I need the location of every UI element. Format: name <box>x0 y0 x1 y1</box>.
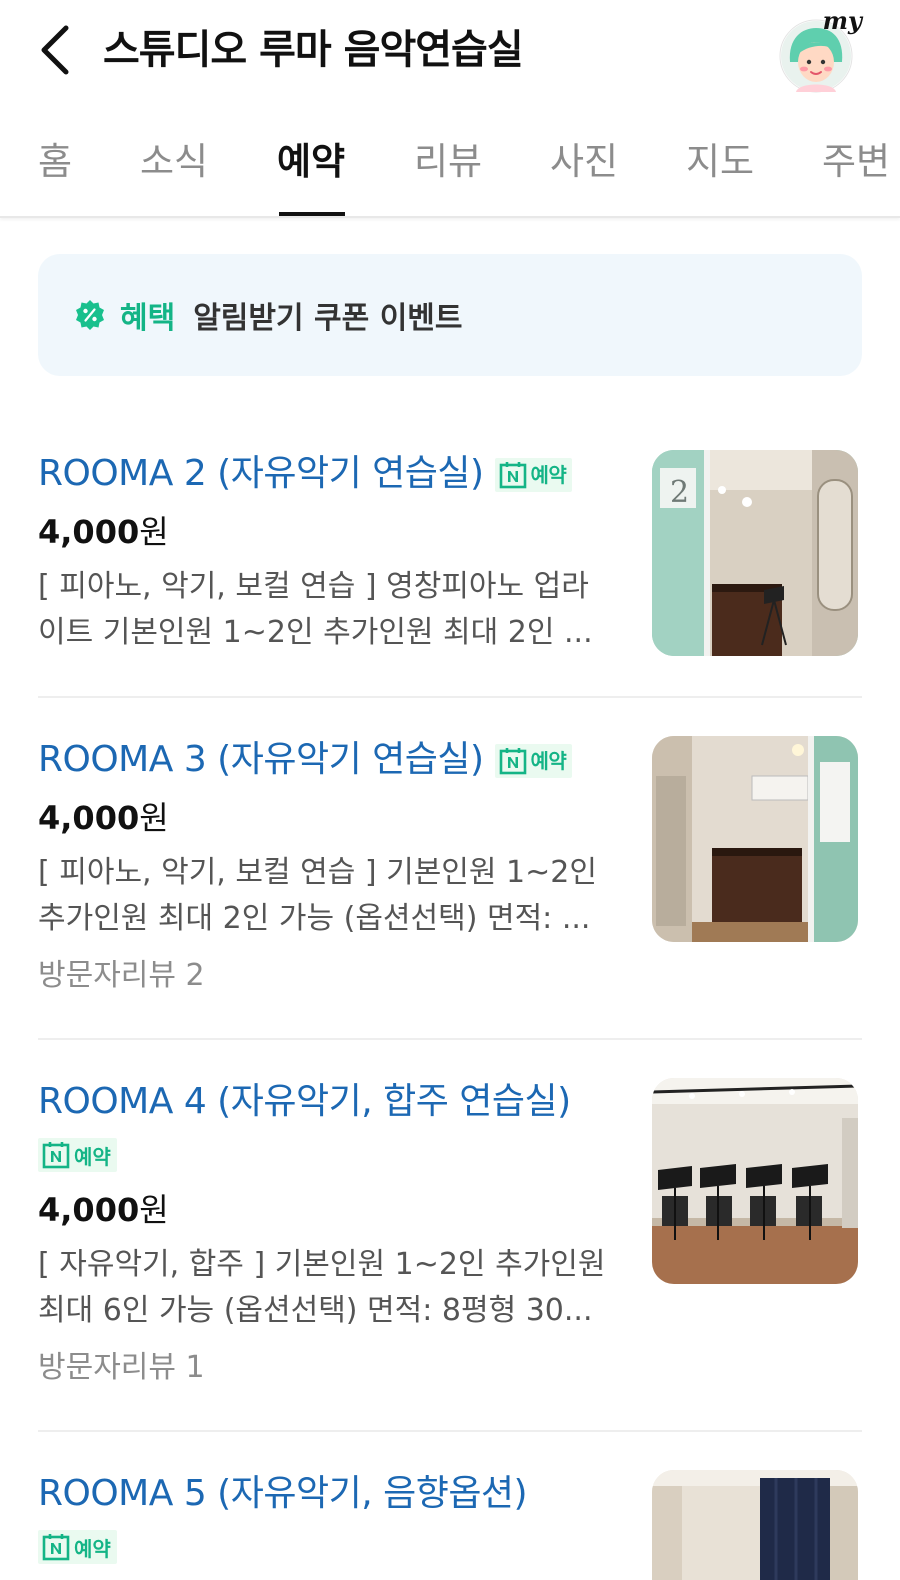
benefit-title: 혜택 <box>120 301 176 336</box>
tab-photos[interactable]: 사진 <box>550 138 618 186</box>
badge-row: 예약 <box>38 1138 117 1172</box>
tab-reviews[interactable]: 리뷰 <box>414 138 482 186</box>
badge-row: 예약 <box>38 1530 117 1564</box>
room-photo-ensemble-room[interactable] <box>652 1078 858 1284</box>
room-photo-image <box>652 1470 858 1580</box>
room-photo-practice-room-piano[interactable]: 2 <box>652 450 858 656</box>
benefit-text: 알림받기 쿠폰 이벤트 <box>193 301 463 336</box>
room-description: [ 피아노, 악기, 보컬 연습 ] 기본인원 1~2인 추가인원 최대 2인 … <box>38 850 606 942</box>
room-name-link[interactable]: ROOMA 2 (자유악기 연습실) 예약 <box>38 450 573 498</box>
naver-booking-badge: 예약 <box>494 458 573 492</box>
room-name: ROOMA 4 (자유악기, 합주 연습실) <box>38 1081 571 1122</box>
page-title: 스튜디오 루마 음악연습실 <box>103 27 524 73</box>
room-photo-image <box>652 1078 858 1284</box>
room-name: ROOMA 3 (자유악기 연습실) <box>38 739 484 780</box>
room-description: [ 피아노, 악기, 보컬 연습 ] 영창피아노 업라 이트 기본인원 1~2인… <box>38 564 606 656</box>
visitor-review-count[interactable]: 방문자리뷰 2 <box>38 956 205 996</box>
booking-badge-label: 예약 <box>74 1144 111 1169</box>
my-profile-button[interactable]: my <box>776 6 862 94</box>
naver-booking-badge: 예약 <box>38 1530 117 1564</box>
naver-calendar-icon <box>42 1142 70 1169</box>
price-unit: 원 <box>139 513 169 551</box>
price-unit: 원 <box>139 799 169 837</box>
room-card-rooma-4[interactable]: ROOMA 4 (자유악기, 합주 연습실) 예약 4,000원 [ 자유악기,… <box>38 1076 862 1396</box>
naver-calendar-icon <box>42 1534 70 1561</box>
room-photo-image: 2 <box>652 450 858 656</box>
chevron-left-icon <box>41 25 69 75</box>
back-button[interactable] <box>30 22 80 78</box>
room-name-link[interactable]: ROOMA 3 (자유악기 연습실) 예약 <box>38 736 573 784</box>
booking-badge-label: 예약 <box>530 749 567 773</box>
price-value: 4,000 <box>38 799 140 837</box>
description-line: [ 피아노, 악기, 보컬 연습 ] 기본인원 1~2인 <box>38 855 597 890</box>
tab-home[interactable]: 홈 <box>38 138 72 186</box>
description-line: 추가인원 최대 2인 가능 (옵션선택) 면적: ... <box>38 901 591 936</box>
active-tab-indicator <box>279 212 345 216</box>
description-line: 이트 기본인원 1~2인 추가인원 최대 2인 ... <box>38 615 593 650</box>
price-unit: 원 <box>139 1191 169 1229</box>
room-price: 4,000원 <box>38 512 169 552</box>
divider <box>38 1038 862 1040</box>
benefit-banner[interactable]: 혜택 알림받기 쿠폰 이벤트 <box>38 254 862 376</box>
tab-bar: 홈 소식 예약 리뷰 사진 지도 주변 <box>0 108 900 218</box>
description-line: [ 자유악기, 합주 ] 기본인원 1~2인 추가인원 <box>38 1247 606 1282</box>
header-bar: 스튜디오 루마 음악연습실 my <box>0 0 900 108</box>
naver-booking-badge: 예약 <box>38 1138 117 1172</box>
tab-booking[interactable]: 예약 <box>277 138 345 186</box>
room-description: [ 자유악기, 합주 ] 기본인원 1~2인 추가인원 최대 6인 가능 (옵션… <box>38 1242 606 1334</box>
booking-badge-label: 예약 <box>530 463 567 487</box>
room-name-link[interactable]: ROOMA 4 (자유악기, 합주 연습실) <box>38 1078 571 1126</box>
my-label: my <box>822 6 862 35</box>
room-name: ROOMA 2 (자유악기 연습실) <box>38 453 484 494</box>
divider <box>38 1430 862 1432</box>
tab-nearby[interactable]: 주변 <box>822 138 890 186</box>
naver-booking-badge: 예약 <box>494 744 573 778</box>
room-photo-sound-option-room[interactable] <box>652 1470 858 1580</box>
visitor-review-count[interactable]: 방문자리뷰 1 <box>38 1348 205 1388</box>
price-value: 4,000 <box>38 513 140 551</box>
naver-calendar-icon <box>499 748 526 775</box>
room-name-link[interactable]: ROOMA 5 (자유악기, 음향옵션) <box>38 1470 528 1518</box>
room-card-rooma-3[interactable]: ROOMA 3 (자유악기 연습실) 예약 4,000원 [ 피아노, 악기, … <box>38 734 862 1004</box>
room-name: ROOMA 5 (자유악기, 음향옵션) <box>38 1473 528 1514</box>
divider <box>38 696 862 698</box>
room-price: 4,000원 <box>38 798 169 838</box>
room-photo-image <box>652 736 858 942</box>
description-line: [ 피아노, 악기, 보컬 연습 ] 영창피아노 업라 <box>38 569 589 604</box>
discount-badge-icon <box>76 300 104 330</box>
room-card-rooma-5[interactable]: ROOMA 5 (자유악기, 음향옵션) 예약 <box>38 1468 862 1580</box>
price-value: 4,000 <box>38 1191 140 1229</box>
svg-text:2: 2 <box>670 475 689 510</box>
naver-calendar-icon <box>499 462 526 489</box>
room-photo-practice-room-upright-piano[interactable] <box>652 736 858 942</box>
room-card-rooma-2[interactable]: ROOMA 2 (자유악기 연습실) 예약 4,000원 [ 피아노, 악기, … <box>38 448 862 658</box>
tab-map[interactable]: 지도 <box>686 138 754 186</box>
description-line: 최대 6인 가능 (옵션선택) 면적: 8평형 30... <box>38 1293 593 1328</box>
tab-news[interactable]: 소식 <box>140 138 208 186</box>
room-price: 4,000원 <box>38 1190 169 1230</box>
booking-badge-label: 예약 <box>74 1536 111 1561</box>
